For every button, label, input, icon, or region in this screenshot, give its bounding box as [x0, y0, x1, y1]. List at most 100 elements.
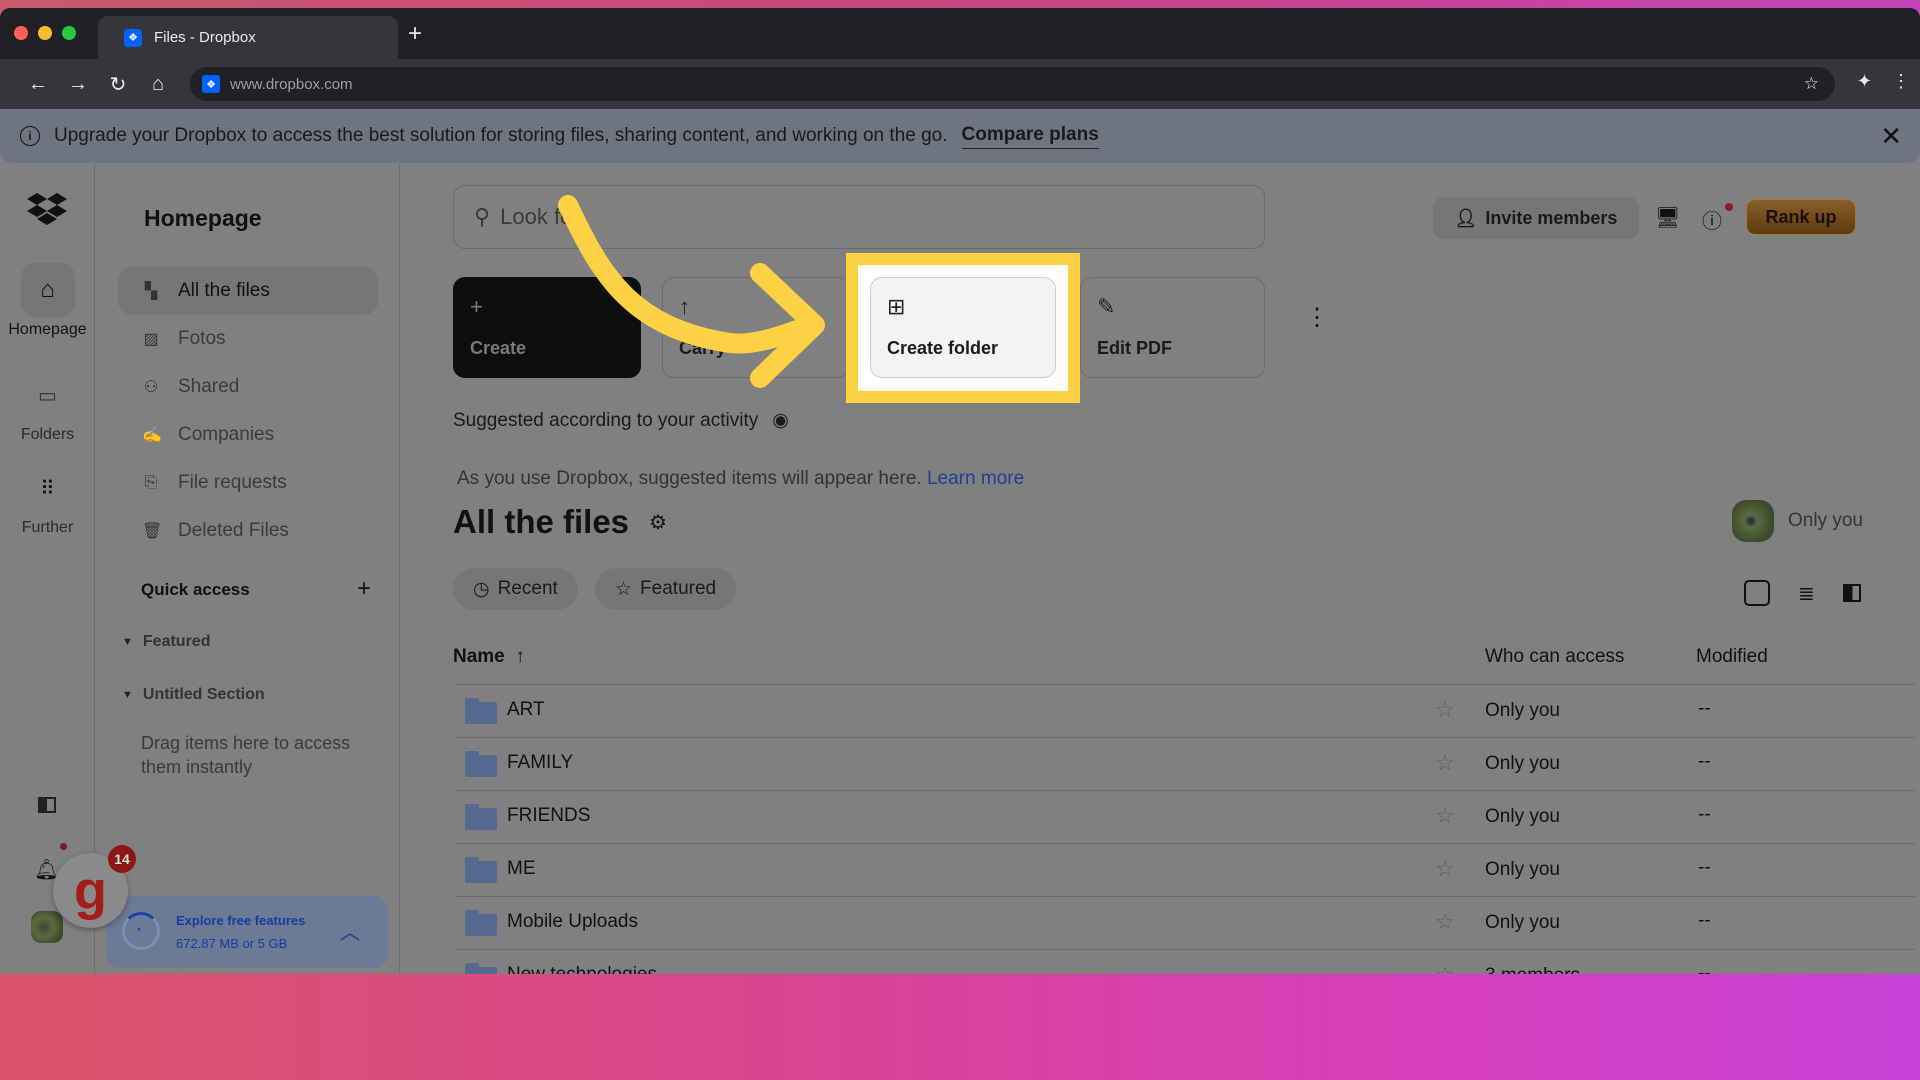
search-input[interactable]: ⚲ Look for [453, 185, 1265, 249]
more-actions-icon[interactable]: ⋮ [1305, 306, 1329, 330]
star-icon[interactable]: ☆ [1435, 909, 1455, 935]
url-text: www.dropbox.com [230, 75, 353, 93]
file-name[interactable]: New technologies [507, 964, 657, 974]
folder-owner[interactable]: Only you [1732, 500, 1863, 542]
star-icon[interactable]: ☆ [1435, 803, 1455, 829]
access-value: 3 members [1485, 965, 1580, 974]
eye-icon[interactable]: ◉ [772, 409, 789, 432]
banner-text: Upgrade your Dropbox to access the best … [54, 125, 948, 146]
gear-icon[interactable]: ⚙ [649, 510, 667, 535]
sidebar-toggle-icon[interactable] [38, 797, 56, 813]
dropbox-favicon-icon: ❖ [124, 28, 142, 47]
reload-icon[interactable]: ↻ [98, 72, 138, 97]
table-row[interactable]: New technologies ☆ 3 members -- [455, 949, 1915, 974]
folder-icon [465, 857, 497, 883]
user-avatar[interactable] [31, 911, 63, 943]
filter-featured[interactable]: ☆ Featured [595, 568, 737, 610]
file-name[interactable]: ART [507, 699, 545, 721]
star-icon[interactable]: ☆ [1435, 697, 1455, 723]
upload-button[interactable]: ↑ Carry [662, 277, 850, 378]
modified-value: -- [1698, 698, 1711, 719]
create-button[interactable]: + Create [453, 277, 641, 378]
nav-item-all-files[interactable]: ▚ All the files [118, 267, 378, 315]
learn-more-link[interactable]: Learn more [927, 468, 1024, 489]
add-user-icon: 👤︎ [1454, 207, 1478, 228]
column-modified[interactable]: Modified [1696, 646, 1768, 668]
compare-plans-link[interactable]: Compare plans [961, 124, 1099, 149]
modified-value: -- [1698, 751, 1711, 772]
nav-label: File requests [178, 472, 287, 493]
storage-title: Explore free features [176, 913, 306, 928]
table-row[interactable]: Mobile Uploads ☆ Only you -- [455, 896, 1915, 949]
table-row[interactable]: FAMILY ☆ Only you -- [455, 737, 1915, 790]
file-name[interactable]: FAMILY [507, 752, 573, 774]
rail-item-further[interactable]: ⠿ Further [0, 461, 95, 537]
grid-view-icon[interactable] [1744, 580, 1770, 606]
close-banner-icon[interactable]: ✕ [1880, 121, 1902, 152]
rail-item-homepage[interactable]: ⌂ Homepage [0, 263, 95, 339]
list-view-icon[interactable]: ≣ [1798, 581, 1815, 606]
add-quick-access-button[interactable]: + [357, 577, 371, 601]
new-tab-button[interactable]: + [408, 22, 422, 46]
file-name[interactable]: FRIENDS [507, 805, 590, 827]
storage-widget[interactable]: ◔ Explore free features 672.87 MB or 5 G… [106, 896, 388, 968]
upload-arrow-icon: ↑ [679, 294, 690, 319]
star-icon[interactable]: ☆ [1435, 856, 1455, 882]
modified-value: -- [1698, 804, 1711, 825]
section-label: Featured [142, 633, 211, 650]
panel-view-icon[interactable] [1842, 584, 1861, 602]
table-row[interactable]: ME ☆ Only you -- [455, 843, 1915, 896]
section-untitled[interactable]: ▼ Untitled Section [122, 686, 265, 704]
nav-item-file-requests[interactable]: ⎘ File requests [118, 459, 378, 507]
file-name[interactable]: ME [507, 858, 536, 880]
column-name[interactable]: Name ↑ [453, 646, 525, 668]
help-icon[interactable]: ⓘ [1702, 205, 1722, 234]
table-row[interactable]: FRIENDS ☆ Only you -- [455, 790, 1915, 843]
nav-item-fotos[interactable]: ▨ Fotos [118, 315, 378, 363]
bookmark-star-icon[interactable]: ☆ [1804, 74, 1819, 94]
maximize-window-button[interactable] [62, 26, 76, 40]
edit-pdf-button[interactable]: ✎ Edit PDF [1080, 277, 1265, 378]
nav-label: Fotos [178, 328, 226, 349]
desktop-app-icon[interactable]: 🖥︎ [1655, 205, 1680, 230]
view-switcher: ≣ [1744, 580, 1861, 606]
access-value: Only you [1485, 859, 1560, 880]
access-value: Only you [1485, 806, 1560, 827]
back-icon[interactable]: ← [18, 73, 58, 96]
extensions-icon[interactable]: ✦ [1857, 71, 1872, 92]
invite-label: Invite members [1485, 207, 1618, 228]
folder-icon [465, 804, 497, 830]
quick-access-header: Quick access + [141, 577, 371, 601]
suggested-header: Suggested according to your activity ◉ [453, 409, 789, 432]
close-window-button[interactable] [14, 26, 28, 40]
pie-icon: ◔ [134, 922, 142, 937]
browser-menu-icon[interactable]: ⋮ [1892, 71, 1910, 92]
star-icon[interactable]: ☆ [1435, 962, 1455, 974]
forward-icon[interactable]: → [58, 73, 98, 96]
address-bar[interactable]: ❖ www.dropbox.com ☆ [190, 67, 1835, 101]
nav-item-deleted-files[interactable]: 🗑︎ Deleted Files [118, 507, 378, 555]
home-browser-icon[interactable]: ⌂ [138, 73, 178, 96]
nav-item-shared[interactable]: ⚇ Shared [118, 363, 378, 411]
section-featured[interactable]: ▼ Featured [122, 633, 210, 651]
nav-label: Companies [178, 424, 275, 445]
invite-members-button[interactable]: 👤︎ Invite members [1433, 197, 1639, 239]
create-folder-button[interactable]: ⊞ Create folder [870, 277, 1056, 378]
suggested-title: Suggested according to your activity [453, 409, 759, 431]
dropbox-logo-icon[interactable] [27, 193, 67, 229]
chevron-up-icon[interactable]: ︿ [340, 916, 360, 945]
minimize-window-button[interactable] [38, 26, 52, 40]
file-name[interactable]: Mobile Uploads [507, 911, 638, 933]
star-icon[interactable]: ☆ [1435, 750, 1455, 776]
nav-item-companies[interactable]: ✍ Companies [118, 411, 378, 459]
rank-up-button[interactable]: Rank up [1746, 199, 1856, 235]
table-row[interactable]: ART ☆ Only you -- [455, 684, 1915, 737]
grammarly-widget[interactable]: g 14 [53, 845, 136, 928]
rail-item-folders[interactable]: ▭ Folders [0, 368, 95, 444]
nav-panel: Homepage ▚ All the files ▨ Fotos ⚇ Share… [96, 163, 400, 974]
column-access[interactable]: Who can access [1485, 646, 1624, 668]
search-icon: ⚲ [474, 204, 491, 229]
tab-bar: ❖ Files - Dropbox + [0, 8, 1920, 59]
browser-tab[interactable]: ❖ Files - Dropbox [98, 16, 398, 59]
filter-recent[interactable]: ◷ Recent [453, 568, 578, 610]
